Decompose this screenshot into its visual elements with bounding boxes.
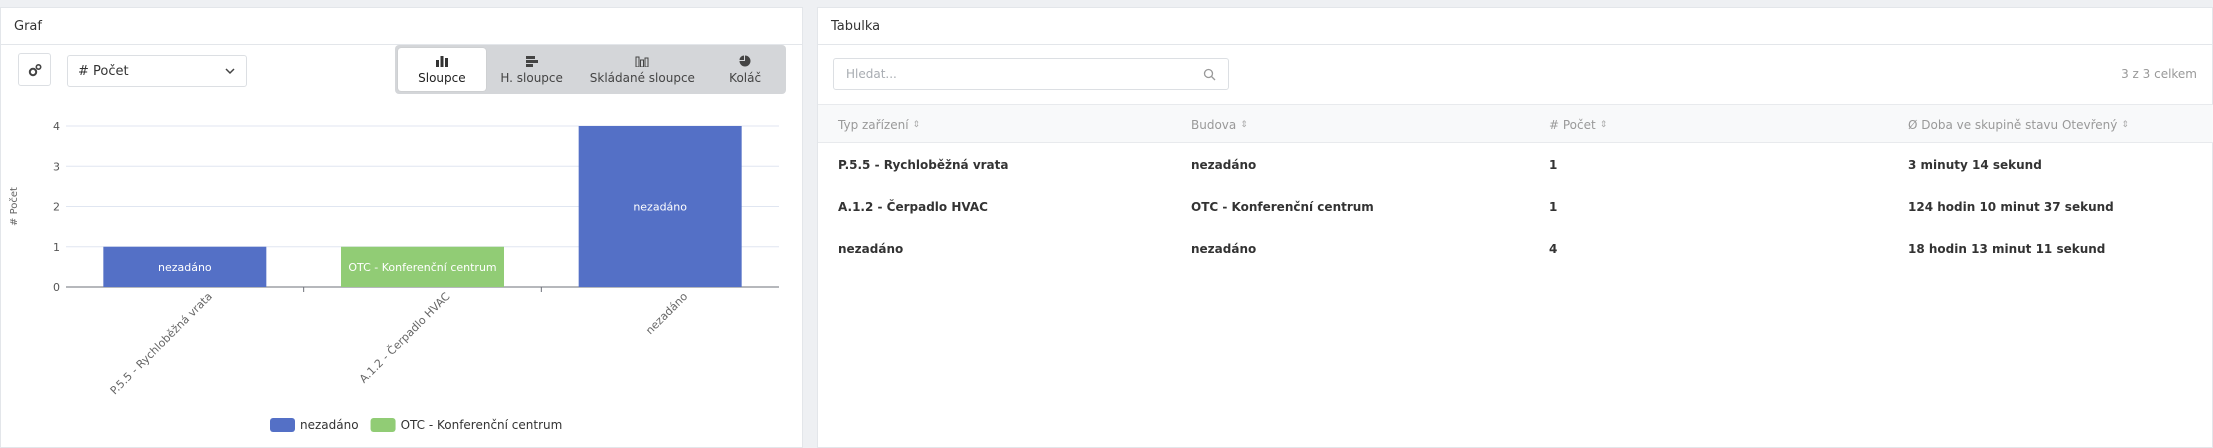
chart-panel-title: Graf bbox=[14, 18, 42, 34]
y-tick-label: 1 bbox=[53, 241, 60, 254]
chart-type-bar[interactable]: Sloupce bbox=[398, 48, 486, 91]
chart-type-label: Sloupce bbox=[418, 70, 466, 85]
chart-type-switcher: Sloupce H. sloupce Skládané sloupce Kolá… bbox=[395, 45, 786, 94]
x-tick-label: nezadáno bbox=[643, 290, 690, 337]
sort-icon: ⇕ bbox=[2121, 119, 2129, 130]
chart-type-label: Skládané sloupce bbox=[589, 70, 695, 85]
y-axis-title: # Počet bbox=[8, 187, 20, 226]
chart-type-label: Koláč bbox=[729, 70, 762, 85]
legend-label: nezadáno bbox=[300, 418, 359, 432]
sort-icon: ⇕ bbox=[1240, 119, 1248, 130]
search-icon bbox=[1203, 68, 1216, 80]
bar-chart-icon bbox=[435, 55, 448, 67]
column-header-label: # Počet bbox=[1549, 117, 1596, 132]
table-header: Typ zařízení ⇕ Budova ⇕ # Počet ⇕ Ø Doba… bbox=[818, 104, 2213, 143]
column-header-label: Budova bbox=[1191, 117, 1237, 132]
table-row[interactable]: nezadáno nezadáno 4 18 hodin 13 minut 11… bbox=[818, 228, 2213, 270]
column-header-label: Typ zařízení bbox=[838, 117, 909, 132]
sort-icon: ⇕ bbox=[1599, 119, 1608, 130]
search-box bbox=[833, 58, 1229, 90]
x-tick-label: P.5.5 - Rychloběžná vrata bbox=[108, 290, 215, 397]
table-panel-header: Tabulka bbox=[818, 8, 2212, 45]
table-panel: Tabulka 3 z 3 celkem Typ zařízení ⇕ Budo… bbox=[817, 7, 2213, 448]
search-input[interactable] bbox=[846, 67, 1186, 81]
bar-label: nezadáno bbox=[633, 201, 687, 214]
table-cell: OTC - Konferenční centrum bbox=[1191, 200, 1374, 214]
bar-label: nezadáno bbox=[158, 261, 212, 274]
table-cell: A.1.2 - Čerpadlo HVAC bbox=[838, 200, 988, 214]
chart-panel-header: Graf bbox=[1, 8, 802, 45]
table-cell: nezadáno bbox=[1191, 242, 1257, 256]
y-tick-label: 2 bbox=[53, 201, 60, 214]
table-cell: 1 bbox=[1549, 200, 1558, 214]
chart-settings-button[interactable] bbox=[18, 53, 51, 86]
stacked-bar-chart-icon bbox=[635, 56, 649, 67]
pie-chart-icon bbox=[739, 55, 751, 66]
gears-icon bbox=[28, 63, 42, 76]
table-row[interactable]: A.1.2 - Čerpadlo HVAC OTC - Konferenční … bbox=[818, 186, 2213, 228]
table-cell: 18 hodin 13 minut 11 sekund bbox=[1908, 242, 2106, 256]
table-cell: 1 bbox=[1549, 158, 1558, 172]
table-row[interactable]: P.5.5 - Rychloběžná vrata nezadáno 1 3 m… bbox=[818, 144, 2213, 186]
y-tick-label: 4 bbox=[53, 120, 60, 133]
sort-icon: ⇕ bbox=[912, 119, 921, 130]
chart-type-stacked-bar[interactable]: Skládané sloupce bbox=[578, 48, 708, 91]
chart-type-pie[interactable]: Koláč bbox=[707, 48, 783, 91]
column-header-avg-duration[interactable]: Ø Doba ve skupině stavu Otevřený ⇕ bbox=[1908, 105, 2129, 144]
chart-type-horizontal-bar[interactable]: H. sloupce bbox=[486, 48, 578, 91]
bar-label: OTC - Konferenční centrum bbox=[348, 261, 496, 274]
y-tick-label: 0 bbox=[53, 281, 60, 294]
table-cell: 3 minuty 14 sekund bbox=[1908, 158, 2042, 172]
horizontal-bar-chart-icon bbox=[525, 55, 538, 67]
chevron-down-icon bbox=[225, 68, 235, 75]
y-tick-label: 3 bbox=[53, 160, 60, 173]
column-header-count[interactable]: # Počet ⇕ bbox=[1549, 105, 1607, 144]
legend-label: OTC - Konferenční centrum bbox=[401, 418, 563, 432]
metric-select-value: # Počet bbox=[78, 63, 129, 79]
table-cell: nezadáno bbox=[838, 242, 904, 256]
chart-type-label: H. sloupce bbox=[500, 70, 563, 85]
legend-swatch bbox=[370, 418, 396, 432]
table-panel-title: Tabulka bbox=[831, 18, 881, 34]
table-cell: nezadáno bbox=[1191, 158, 1257, 172]
x-tick-label: A.1.2 - Čerpadlo HVAC bbox=[357, 290, 453, 386]
bar-chart: 0 1 2 3 4 # Počet nezadáno P.5.5 - Rychloběžná … bbox=[0, 108, 803, 448]
metric-select[interactable]: # Počet bbox=[67, 55, 247, 87]
column-header-device-type[interactable]: Typ zařízení ⇕ bbox=[838, 105, 920, 144]
table-cell: 124 hodin 10 minut 37 sekund bbox=[1908, 200, 2114, 214]
bar-chart-svg: 0 1 2 3 4 # Počet nezadáno P.5.5 - Rychloběžná … bbox=[8, 120, 779, 432]
column-header-building[interactable]: Budova ⇕ bbox=[1191, 105, 1248, 144]
table-cell: 4 bbox=[1549, 242, 1558, 256]
legend-swatch bbox=[270, 418, 295, 432]
row-count-label: 3 z 3 celkem bbox=[2121, 67, 2197, 81]
column-header-label: Ø Doba ve skupině stavu Otevřený bbox=[1908, 117, 2118, 132]
table-cell: P.5.5 - Rychloběžná vrata bbox=[838, 158, 1009, 172]
